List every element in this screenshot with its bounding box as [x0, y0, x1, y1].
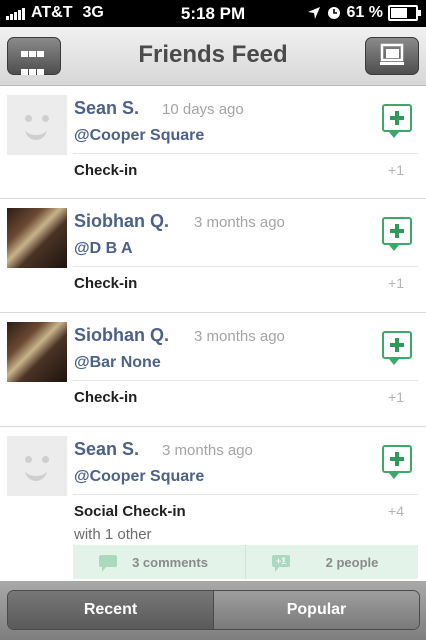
location-arrow-icon [307, 7, 320, 19]
feed-item[interactable]: Siobhan Q. 3 months ago @Bar None Check-… [0, 313, 426, 427]
status-right: 61 % [307, 4, 421, 22]
venue-link[interactable]: @Cooper Square [74, 468, 204, 486]
plus-count: +1 [388, 389, 404, 405]
plus-count: +4 [388, 503, 404, 519]
people-count: 2 people [325, 554, 379, 570]
timestamp: 10 days ago [162, 101, 244, 118]
clock-icon [327, 7, 340, 19]
plus-one-icon: +1 [272, 555, 290, 572]
venue-link[interactable]: @D B A [74, 240, 133, 258]
social-actions: 3 comments +1 2 people [73, 545, 418, 579]
venue-link[interactable]: @Bar None [74, 354, 161, 372]
add-plus-icon[interactable] [382, 104, 412, 132]
feed-item[interactable]: Sean S. 3 months ago @Cooper Square Soci… [0, 427, 426, 581]
checkin-type: Check-in [74, 389, 138, 406]
tab-recent[interactable]: Recent [8, 591, 213, 629]
timestamp: 3 months ago [162, 442, 253, 459]
default-avatar [7, 95, 67, 155]
add-plus-icon[interactable] [382, 331, 412, 359]
checkin-type: Check-in [74, 162, 138, 179]
battery-icon [388, 5, 421, 21]
checkin-type: Social Check-in [74, 503, 186, 520]
tab-popular[interactable]: Popular [213, 591, 419, 629]
feed-filter-segment: Recent Popular [7, 590, 420, 630]
venue-link[interactable]: @Cooper Square [74, 127, 204, 145]
people-button[interactable]: +1 2 people [245, 545, 418, 579]
friend-name[interactable]: Sean S. [74, 439, 139, 460]
photo-avatar [7, 208, 67, 268]
add-plus-icon[interactable] [382, 217, 412, 245]
timestamp: 3 months ago [194, 328, 285, 345]
default-avatar [7, 436, 67, 496]
status-bar: AT&T 3G 5:18 PM 61 % [0, 0, 426, 27]
check-in-icon [380, 43, 404, 65]
checkin-type: Check-in [74, 275, 138, 292]
navigation-bar: Friends Feed [0, 27, 426, 93]
plus-count: +1 [388, 275, 404, 291]
feed-item[interactable]: Sean S. 10 days ago @Cooper Square Check… [0, 86, 426, 199]
friend-name[interactable]: Sean S. [74, 98, 139, 119]
feed-item[interactable]: Siobhan Q. 3 months ago @D B A Check-in … [0, 199, 426, 313]
add-plus-icon[interactable] [382, 445, 412, 473]
comments-button[interactable]: 3 comments [73, 545, 245, 579]
friends-feed-list[interactable]: Sean S. 10 days ago @Cooper Square Check… [0, 86, 426, 581]
page-title: Friends Feed [138, 41, 288, 68]
comment-icon [99, 555, 117, 572]
check-in-button[interactable] [365, 37, 419, 75]
friend-name[interactable]: Siobhan Q. [74, 211, 169, 232]
friend-name[interactable]: Siobhan Q. [74, 325, 169, 346]
battery-percent: 61 % [346, 4, 383, 21]
bottom-tab-bar: Recent Popular [0, 581, 426, 640]
with-others-label: with 1 other [74, 526, 152, 543]
plus-count: +1 [388, 162, 404, 178]
photo-avatar [7, 322, 67, 382]
timestamp: 3 months ago [194, 214, 285, 231]
comments-count: 3 comments [132, 554, 208, 570]
